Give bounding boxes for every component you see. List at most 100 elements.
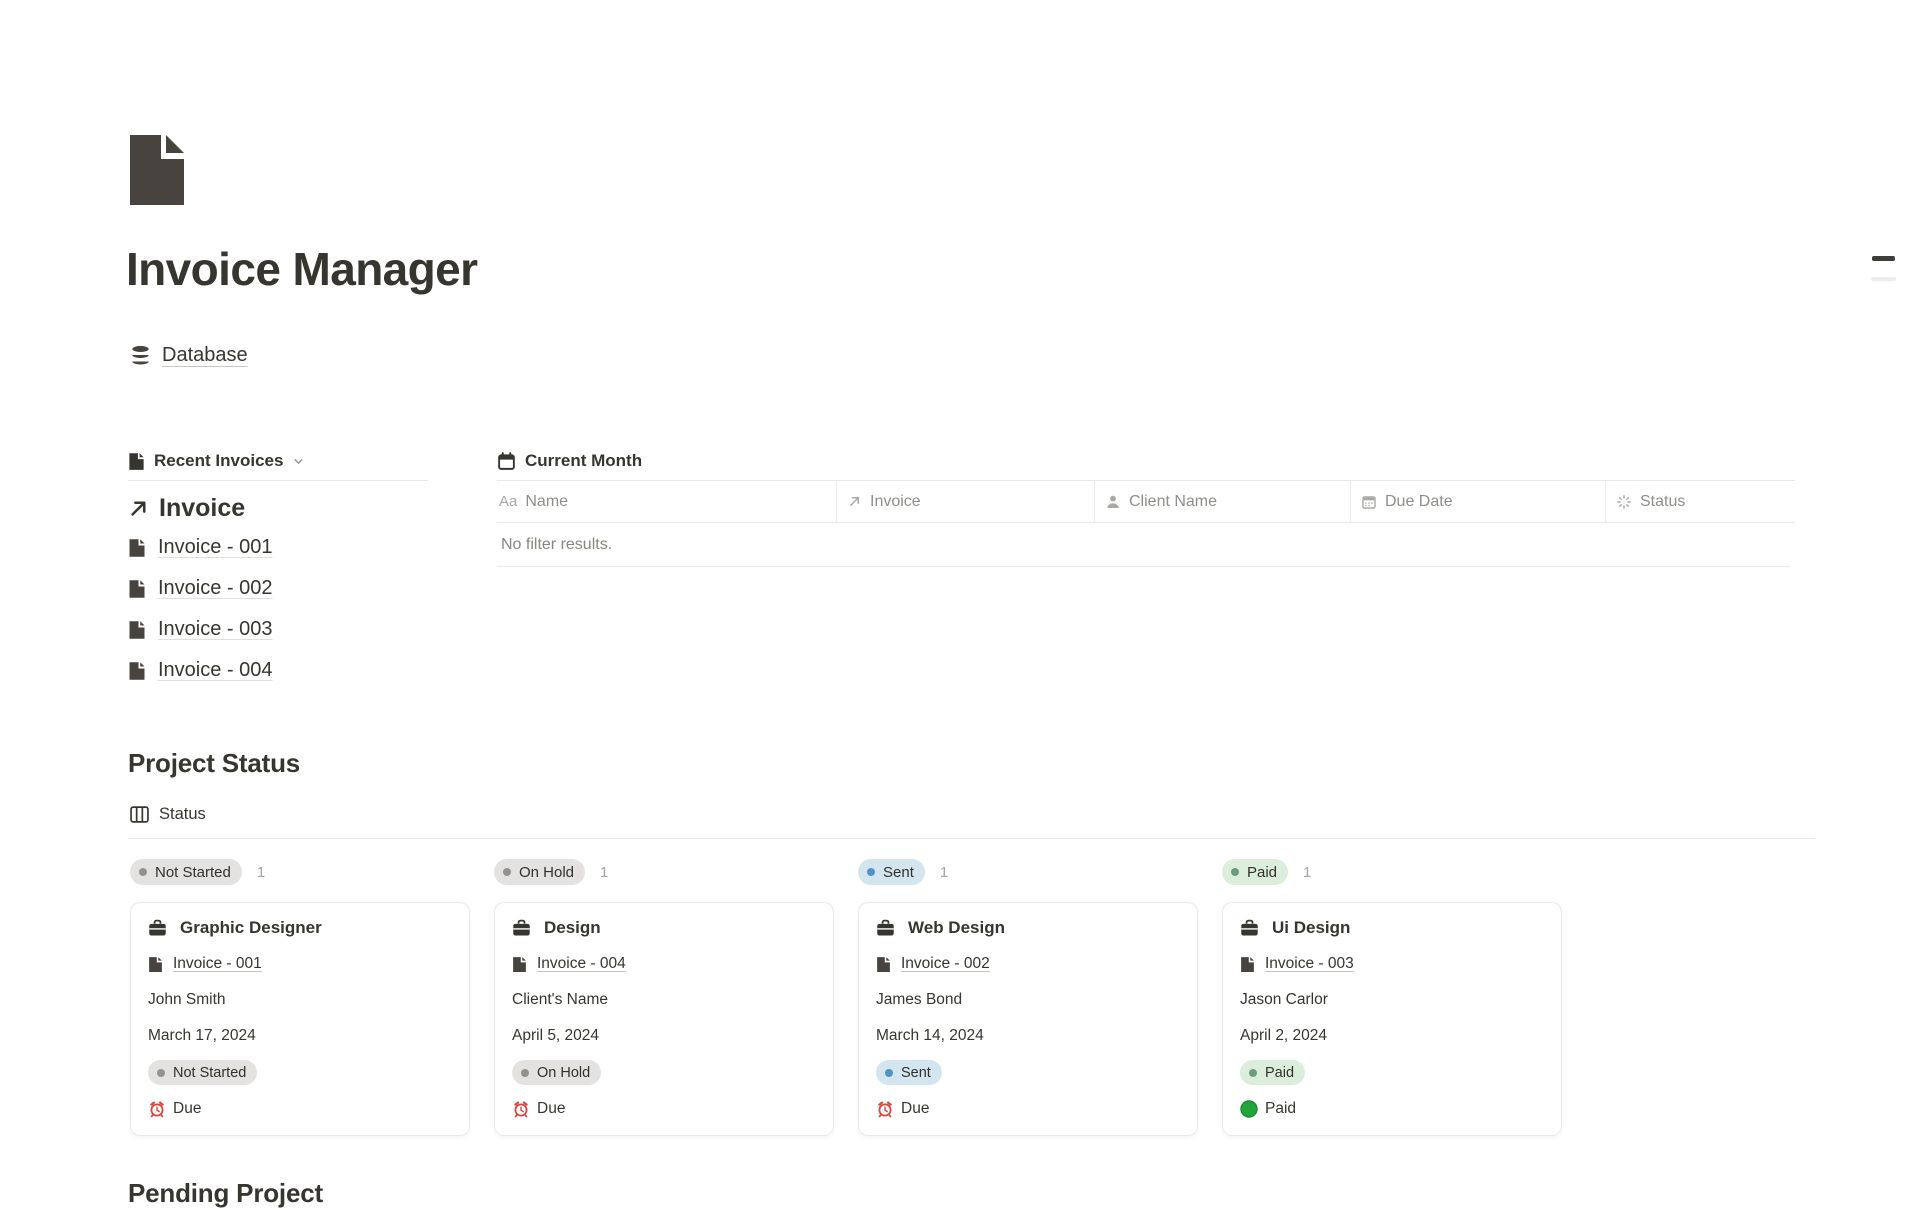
card-invoice-link[interactable]: Invoice - 003 [1265, 955, 1354, 973]
page-icon [876, 956, 891, 973]
table-header-row: Aa Name Invoice Client Name [497, 481, 1795, 523]
invoice-linked-page-heading[interactable]: Invoice [128, 494, 428, 523]
card-status-row: Sent [876, 1060, 1180, 1086]
invoice-link-label[interactable]: Invoice - 003 [158, 618, 273, 641]
card-footer-row: Due [512, 1099, 816, 1119]
page-icon [128, 452, 145, 471]
chevron-down-icon[interactable] [292, 455, 305, 468]
card-client-name: John Smith [148, 991, 452, 1010]
card-title-row: Graphic Designer [148, 917, 452, 939]
page-document-icon[interactable] [128, 133, 186, 207]
column-header-due-date[interactable]: Due Date [1350, 481, 1605, 522]
invoice-link-label[interactable]: Invoice - 004 [158, 659, 273, 682]
status-pill[interactable]: On Hold [494, 859, 585, 885]
card-invoice-row[interactable]: Invoice - 001 [148, 954, 452, 974]
briefcase-icon [1240, 919, 1259, 937]
column-header-status[interactable]: Status [1605, 481, 1795, 522]
board-column-header[interactable]: Paid 1 [1222, 858, 1562, 886]
page-title: Invoice Manager [126, 242, 477, 296]
page-icon [128, 661, 146, 681]
briefcase-icon [876, 919, 895, 937]
divider [128, 838, 1815, 839]
status-pill[interactable]: Not Started [130, 859, 242, 885]
recent-invoices-label: Recent Invoices [154, 451, 283, 471]
board-column-header[interactable]: On Hold 1 [494, 858, 834, 886]
card-due-date: April 5, 2024 [512, 1027, 816, 1046]
column-header-name[interactable]: Aa Name [497, 481, 836, 522]
pending-project-heading: Pending Project [128, 1178, 323, 1209]
status-pill-label: Paid [1247, 864, 1277, 881]
invoice-list-item[interactable]: Invoice - 003 [128, 609, 428, 650]
collapse-handle[interactable] [1872, 256, 1895, 261]
card-status-row: Paid [1240, 1060, 1544, 1086]
card-title-row: Web Design [876, 917, 1180, 939]
board-column-sent: Sent 1 Web Design Invoice - 002 [858, 858, 1198, 1136]
status-dot-icon [1231, 868, 1239, 876]
invoice-list-item[interactable]: Invoice - 004 [128, 650, 428, 691]
page-icon [128, 579, 146, 599]
status-pill-label: On Hold [537, 1065, 590, 1081]
status-pill[interactable]: Sent [858, 859, 925, 885]
green-circle-icon [1240, 1100, 1258, 1118]
card-footer-label: Due [173, 1100, 201, 1118]
person-icon [1105, 494, 1121, 510]
alarm-clock-icon [876, 1100, 894, 1118]
card-status-row: Not Started [148, 1060, 452, 1086]
card-footer-row: Paid [1240, 1099, 1544, 1119]
card-footer-label: Due [901, 1100, 929, 1118]
page-icon [128, 620, 146, 640]
calendar-icon [497, 452, 516, 471]
board-column-paid: Paid 1 Ui Design Invoice - 003 [1222, 858, 1562, 1136]
project-card[interactable]: Ui Design Invoice - 003 Jason Carlor Apr… [1222, 902, 1562, 1136]
card-invoice-row[interactable]: Invoice - 004 [512, 954, 816, 974]
status-spinner-icon [1616, 494, 1632, 510]
project-card[interactable]: Web Design Invoice - 002 James Bond Marc… [858, 902, 1198, 1136]
briefcase-icon [148, 919, 167, 937]
card-due-date: March 14, 2024 [876, 1027, 1180, 1046]
column-count: 1 [940, 864, 948, 881]
project-status-heading: Project Status [128, 748, 300, 779]
column-header-invoice[interactable]: Invoice [836, 481, 1094, 522]
status-board-view-tab[interactable]: Status [130, 798, 206, 830]
column-count: 1 [1303, 864, 1311, 881]
invoice-list-item[interactable]: Invoice - 002 [128, 568, 428, 609]
current-month-view-tab[interactable]: Current Month [497, 444, 1795, 478]
recent-invoices-view-tab[interactable]: Recent Invoices [128, 444, 428, 478]
database-link[interactable]: Database [130, 344, 248, 367]
page-icon [512, 956, 527, 973]
status-view-label: Status [159, 805, 206, 824]
column-header-client-name[interactable]: Client Name [1094, 481, 1350, 522]
arrow-north-east-icon [128, 498, 149, 519]
column-label: Status [1640, 493, 1685, 511]
board-column-on-hold: On Hold 1 Design Invoice - 004 [494, 858, 834, 1136]
invoice-list-item[interactable]: Invoice - 001 [128, 527, 428, 568]
project-card[interactable]: Graphic Designer Invoice - 001 John Smit… [130, 902, 470, 1136]
database-link-label[interactable]: Database [162, 344, 248, 367]
page-icon [128, 538, 146, 558]
project-card[interactable]: Design Invoice - 004 Client's Name April… [494, 902, 834, 1136]
current-month-label: Current Month [525, 451, 642, 471]
card-invoice-row[interactable]: Invoice - 002 [876, 954, 1180, 974]
card-title: Web Design [908, 918, 1005, 938]
board-view-icon [130, 806, 149, 823]
recent-invoices-view: Recent Invoices Invoice Invoice - 001 [128, 444, 428, 691]
invoice-link-label[interactable]: Invoice - 002 [158, 577, 273, 600]
invoice-heading-label: Invoice [159, 494, 245, 523]
card-invoice-link[interactable]: Invoice - 002 [901, 955, 990, 973]
status-dot-icon [885, 1069, 893, 1077]
column-count: 1 [257, 864, 265, 881]
card-footer-row: Due [148, 1099, 452, 1119]
status-pill-label: Not Started [173, 1065, 246, 1081]
arrow-north-east-icon [847, 494, 862, 509]
card-invoice-link[interactable]: Invoice - 004 [537, 955, 626, 973]
current-month-view: Current Month Aa Name Invoice Client Nam… [497, 444, 1795, 691]
board-column-header[interactable]: Sent 1 [858, 858, 1198, 886]
board-column-header[interactable]: Not Started 1 [130, 858, 470, 886]
table-empty-state: No filter results. [497, 523, 1790, 567]
status-dot-icon [157, 1069, 165, 1077]
invoice-link-label[interactable]: Invoice - 001 [158, 536, 273, 559]
status-pill[interactable]: Paid [1222, 859, 1288, 885]
card-client-name: Jason Carlor [1240, 991, 1544, 1010]
card-invoice-row[interactable]: Invoice - 003 [1240, 954, 1544, 974]
card-invoice-link[interactable]: Invoice - 001 [173, 955, 262, 973]
